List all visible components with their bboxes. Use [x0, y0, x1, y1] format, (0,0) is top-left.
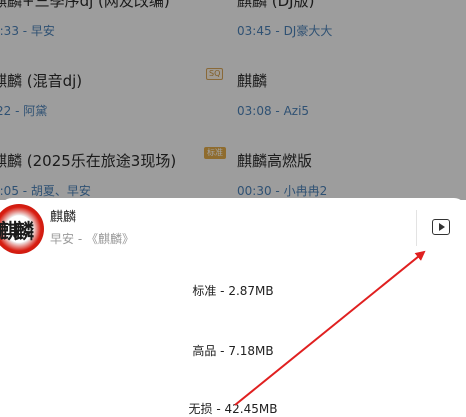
- play-video-button[interactable]: [432, 219, 450, 235]
- now-playing-title: 麒麟: [50, 210, 77, 225]
- cover-calligraphy: 麒麟: [0, 219, 34, 243]
- quality-option-standard[interactable]: 标准 - 2.87MB: [0, 283, 466, 299]
- quality-option-high[interactable]: 高品 - 7.18MB: [0, 343, 466, 359]
- quality-sheet: [0, 198, 466, 415]
- divider: [416, 210, 417, 246]
- play-icon: [439, 223, 445, 231]
- now-playing-subtitle: 早安 - 《麒麟》: [50, 232, 134, 246]
- modal-overlay[interactable]: [0, 0, 466, 200]
